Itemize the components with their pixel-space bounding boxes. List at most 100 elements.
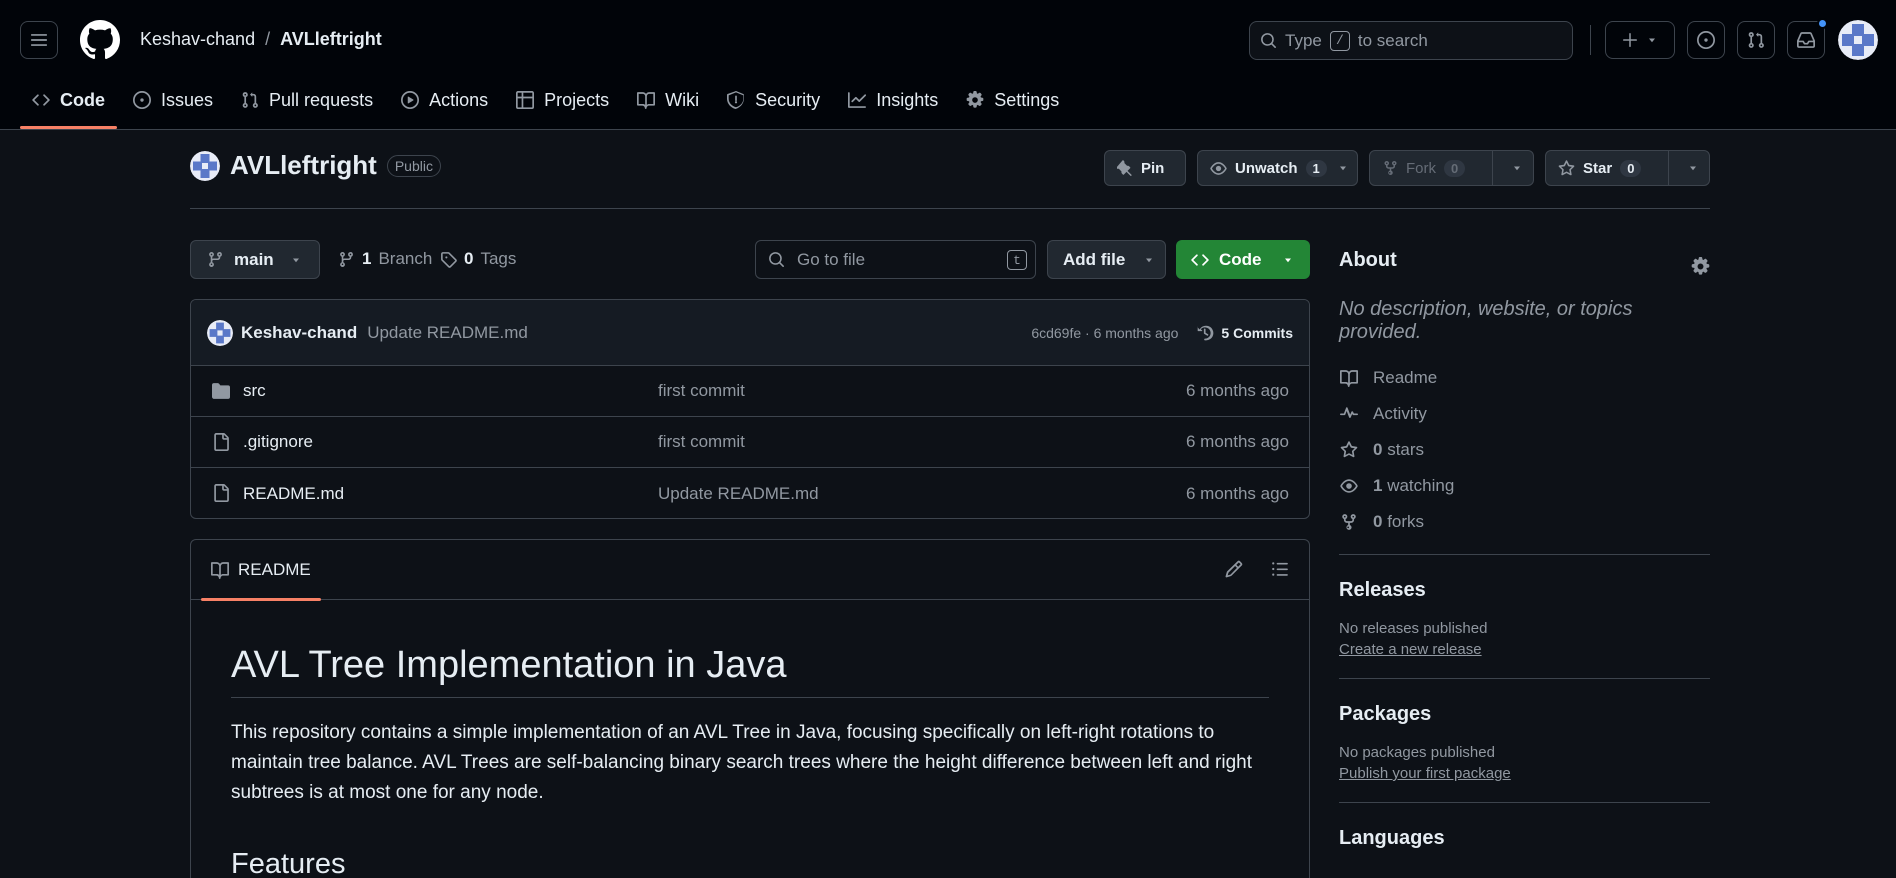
- divider: [1339, 554, 1710, 555]
- pin-button[interactable]: Pin: [1104, 150, 1186, 186]
- tab-insights[interactable]: Insights: [836, 82, 950, 118]
- code-dropdown-button[interactable]: Code: [1176, 240, 1310, 279]
- forks-link[interactable]: 0 forks: [1339, 504, 1710, 540]
- watchers-link[interactable]: 1 watching: [1339, 468, 1710, 504]
- inbox-button[interactable]: [1787, 18, 1828, 59]
- readme-tab[interactable]: README: [201, 540, 321, 601]
- graph-icon: [848, 92, 867, 108]
- latest-commit-bar: Keshav-chand Update README.md 6cd69fe · …: [191, 300, 1309, 366]
- repo-name-link[interactable]: AVLleftright: [230, 150, 377, 181]
- list-outline-icon[interactable]: [1271, 560, 1289, 578]
- go-to-file-shortcut: t: [1007, 250, 1027, 270]
- eye-icon: [1210, 161, 1227, 175]
- gear-icon[interactable]: [1691, 257, 1710, 276]
- releases-heading[interactable]: Releases: [1339, 579, 1710, 602]
- commit-author-avatar[interactable]: [207, 319, 233, 346]
- languages-heading: Languages: [1339, 827, 1445, 849]
- file-row[interactable]: src first commit 6 months ago: [191, 366, 1309, 417]
- search-icon: [1261, 33, 1276, 48]
- chevron-down-icon: [1339, 166, 1346, 171]
- star-list-toggle[interactable]: [1668, 151, 1709, 185]
- readme-header: README: [191, 540, 1309, 601]
- go-to-file-input[interactable]: Go to file t: [755, 240, 1036, 279]
- visibility-badge: Public: [386, 154, 441, 177]
- readme-content: AVL Tree Implementation in Java This rep…: [191, 644, 1309, 878]
- chevron-down-icon: [1690, 166, 1696, 171]
- file-row[interactable]: .gitignore first commit 6 months ago: [191, 417, 1309, 468]
- plus-icon: [1623, 33, 1637, 47]
- readme-link[interactable]: Readme: [1339, 360, 1710, 396]
- tab-settings[interactable]: Settings: [954, 82, 1071, 118]
- stars-link[interactable]: 0 stars: [1339, 432, 1710, 468]
- breadcrumb-owner-link[interactable]: Keshav-chand: [140, 29, 255, 50]
- repo-nav-tabs: Code Issues Pull requests Actions Projec…: [20, 82, 1075, 130]
- add-file-button[interactable]: Add file: [1047, 240, 1166, 279]
- tab-projects[interactable]: Projects: [504, 82, 621, 118]
- unwatch-button[interactable]: Unwatch 1: [1197, 150, 1358, 186]
- tab-label: Security: [755, 89, 821, 110]
- sidebar-item-label: Readme: [1373, 368, 1438, 387]
- create-release-link[interactable]: Create a new release: [1339, 641, 1710, 658]
- file-commit-date: 6 months ago: [1185, 381, 1289, 400]
- commit-hash-time[interactable]: 6cd69fe · 6 months ago: [1031, 325, 1178, 341]
- readme-section-heading: Features: [231, 848, 346, 878]
- tab-code[interactable]: Code: [20, 82, 117, 129]
- fork-menu-toggle[interactable]: [1492, 151, 1533, 185]
- file-commit-date: 6 months ago: [1185, 483, 1289, 503]
- book-icon: [211, 562, 229, 579]
- branches-link[interactable]: 1 Branch: [338, 249, 432, 269]
- chevron-down-icon: [1514, 166, 1520, 171]
- file-name-link[interactable]: .gitignore: [243, 432, 313, 452]
- tab-wiki[interactable]: Wiki: [625, 82, 711, 118]
- commits-history-link[interactable]: 5 Commits: [1196, 324, 1293, 342]
- breadcrumb-repo-link[interactable]: AVLleftright: [280, 29, 382, 50]
- tab-label: Settings: [994, 89, 1060, 110]
- hamburger-icon: [31, 34, 47, 46]
- tab-issues[interactable]: Issues: [121, 82, 225, 118]
- branch-icon: [209, 252, 222, 267]
- file-name-link[interactable]: README.md: [243, 484, 344, 504]
- file-commit-message[interactable]: first commit: [658, 381, 745, 401]
- file-commit-message[interactable]: Update README.md: [658, 484, 819, 504]
- commit-message-link[interactable]: Update README.md: [367, 323, 528, 343]
- breadcrumb: Keshav-chand / AVLleftright: [140, 29, 382, 50]
- add-file-label: Add file: [1063, 249, 1126, 269]
- pull-request-icon: [242, 92, 258, 108]
- pin-icon: [1117, 160, 1132, 176]
- star-label: Star: [1583, 159, 1613, 177]
- sidebar-item-label: stars: [1387, 440, 1425, 459]
- fork-button[interactable]: Fork 0: [1369, 150, 1534, 186]
- global-search-input[interactable]: Type / to search: [1249, 21, 1573, 60]
- chevron-down-icon: [292, 258, 299, 262]
- packages-heading[interactable]: Packages: [1339, 703, 1710, 726]
- tab-actions[interactable]: Actions: [389, 82, 500, 118]
- book-icon: [1340, 370, 1358, 387]
- publish-package-link[interactable]: Publish your first package: [1339, 765, 1710, 782]
- issues-button[interactable]: [1687, 21, 1725, 59]
- forks-count: 0: [1373, 512, 1383, 531]
- file-row[interactable]: README.md Update README.md 6 months ago: [191, 468, 1309, 518]
- github-logo-icon[interactable]: [80, 20, 120, 60]
- about-description: No description, website, or topics provi…: [1339, 298, 1633, 343]
- owner-avatar[interactable]: [190, 150, 220, 181]
- branch-count-label: Branch: [378, 249, 433, 268]
- tab-pull-requests[interactable]: Pull requests: [229, 82, 385, 118]
- menu-button[interactable]: [20, 21, 58, 59]
- file-name-link[interactable]: src: [243, 381, 266, 401]
- tab-security[interactable]: Security: [715, 82, 832, 118]
- pull-requests-button[interactable]: [1737, 21, 1775, 59]
- commit-author-link[interactable]: Keshav-chand: [241, 323, 357, 343]
- create-new-button[interactable]: [1605, 21, 1675, 59]
- branch-selector[interactable]: main: [190, 240, 320, 279]
- pencil-icon[interactable]: [1225, 560, 1243, 578]
- file-commit-message[interactable]: first commit: [658, 432, 745, 452]
- tag-count-label: Tags: [480, 249, 517, 268]
- tags-link[interactable]: 0 Tags: [440, 249, 516, 269]
- user-avatar[interactable]: [1838, 20, 1878, 60]
- play-icon: [401, 91, 420, 109]
- activity-link[interactable]: Activity: [1339, 396, 1710, 432]
- eye-icon: [1340, 479, 1358, 493]
- branch-name: main: [234, 249, 274, 269]
- star-button[interactable]: Star 0: [1545, 150, 1710, 186]
- history-icon: [1198, 325, 1214, 340]
